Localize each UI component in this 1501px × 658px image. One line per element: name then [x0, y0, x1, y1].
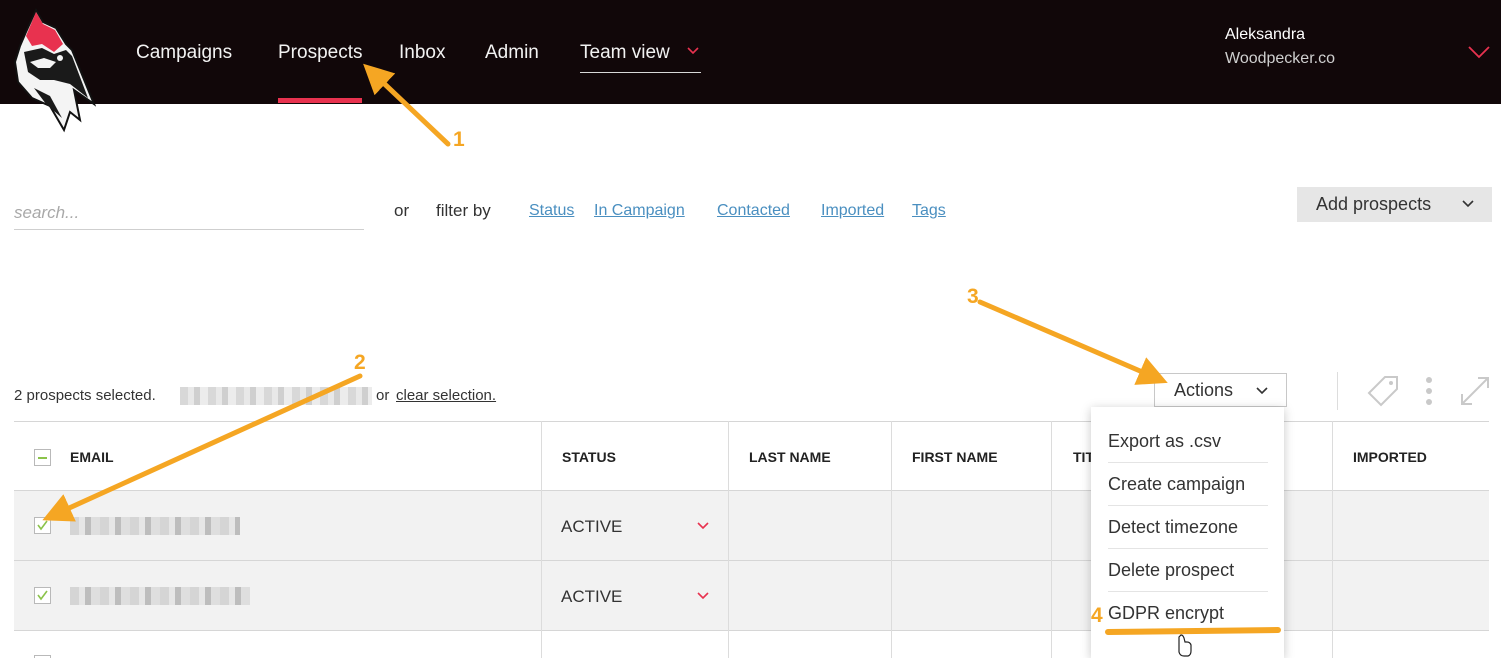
tag-icon[interactable] [1366, 374, 1400, 408]
filter-link-imported[interactable]: Imported [821, 202, 884, 220]
chevron-down-icon [1462, 200, 1474, 208]
user-name: Aleksandra [1225, 26, 1306, 43]
column-header-status[interactable]: STATUS [562, 449, 616, 465]
nav-item-admin[interactable]: Admin [485, 42, 539, 64]
menu-item-gdpr-encrypt[interactable]: GDPR encrypt [1108, 592, 1268, 635]
check-icon [37, 520, 48, 531]
toolbar-divider [1337, 372, 1338, 410]
team-view-label: Team view [580, 42, 670, 63]
row-checkbox[interactable] [34, 517, 51, 534]
actions-dropdown-menu: Export as .csv Create campaign Detect ti… [1091, 407, 1284, 658]
annotation-label-1: 1 [453, 128, 465, 151]
user-company: Woodpecker.co [1225, 50, 1335, 67]
expand-icon[interactable] [1460, 376, 1490, 406]
filter-by-label: filter by [436, 201, 491, 220]
column-header-email[interactable]: EMAIL [70, 449, 114, 465]
redacted-email [70, 517, 240, 535]
woodpecker-logo-icon[interactable] [10, 6, 96, 138]
menu-item-delete-prospect[interactable]: Delete prospect [1108, 549, 1268, 592]
redacted-email [70, 587, 250, 605]
selection-count-text: 2 prospects selected. [14, 387, 156, 404]
redacted-text [180, 387, 372, 405]
column-divider [1332, 421, 1333, 658]
menu-item-export-csv[interactable]: Export as .csv [1108, 420, 1268, 463]
actions-label: Actions [1174, 379, 1234, 400]
annotation-label-4: 4 [1091, 604, 1103, 627]
column-header-first-name[interactable]: FIRST NAME [912, 449, 998, 465]
filter-link-in-campaign[interactable]: In Campaign [594, 202, 685, 220]
filter-link-tags[interactable]: Tags [912, 202, 946, 220]
filter-link-contacted[interactable]: Contacted [717, 202, 790, 220]
search-input[interactable] [14, 196, 364, 230]
add-prospects-label: Add prospects [1316, 194, 1432, 214]
nav-item-inbox[interactable]: Inbox [399, 42, 445, 64]
annotation-label-3: 3 [967, 285, 979, 308]
select-all-checkbox[interactable] [34, 449, 51, 466]
add-prospects-button[interactable]: Add prospects [1297, 187, 1492, 222]
active-tab-indicator [278, 98, 362, 103]
status-value: ACTIVE [561, 587, 623, 606]
team-view-dropdown[interactable]: Team view [580, 42, 701, 73]
nav-item-campaigns[interactable]: Campaigns [136, 42, 232, 64]
more-vertical-icon[interactable] [1422, 375, 1436, 409]
column-divider [1051, 421, 1052, 658]
column-header-imported[interactable]: IMPORTED [1353, 449, 1427, 465]
row-checkbox[interactable] [34, 587, 51, 604]
actions-button[interactable]: Actions [1154, 373, 1287, 407]
chevron-down-icon [1256, 387, 1268, 395]
or-text: or [376, 387, 390, 404]
clear-selection-link[interactable]: clear selection. [396, 387, 496, 404]
column-header-last-name[interactable]: LAST NAME [749, 449, 831, 465]
filter-link-status[interactable]: Status [529, 202, 574, 220]
or-text: or [394, 201, 410, 220]
annotation-label-2: 2 [354, 351, 366, 374]
status-chevron-down-icon[interactable] [697, 522, 709, 530]
column-divider [728, 421, 729, 658]
top-navigation-bar: Campaigns Prospects Inbox Admin Team vie… [0, 0, 1501, 104]
menu-item-detect-timezone[interactable]: Detect timezone [1108, 506, 1268, 549]
menu-item-create-campaign[interactable]: Create campaign [1108, 463, 1268, 506]
user-menu-chevron-icon[interactable] [1468, 46, 1490, 60]
nav-item-prospects[interactable]: Prospects [278, 42, 362, 64]
column-divider [891, 421, 892, 658]
check-icon [37, 590, 48, 601]
status-value: ACTIVE [561, 517, 623, 536]
annotation-arrow [977, 299, 1168, 385]
status-chevron-down-icon[interactable] [697, 592, 709, 600]
column-divider [541, 421, 542, 658]
chevron-down-icon [687, 47, 699, 55]
